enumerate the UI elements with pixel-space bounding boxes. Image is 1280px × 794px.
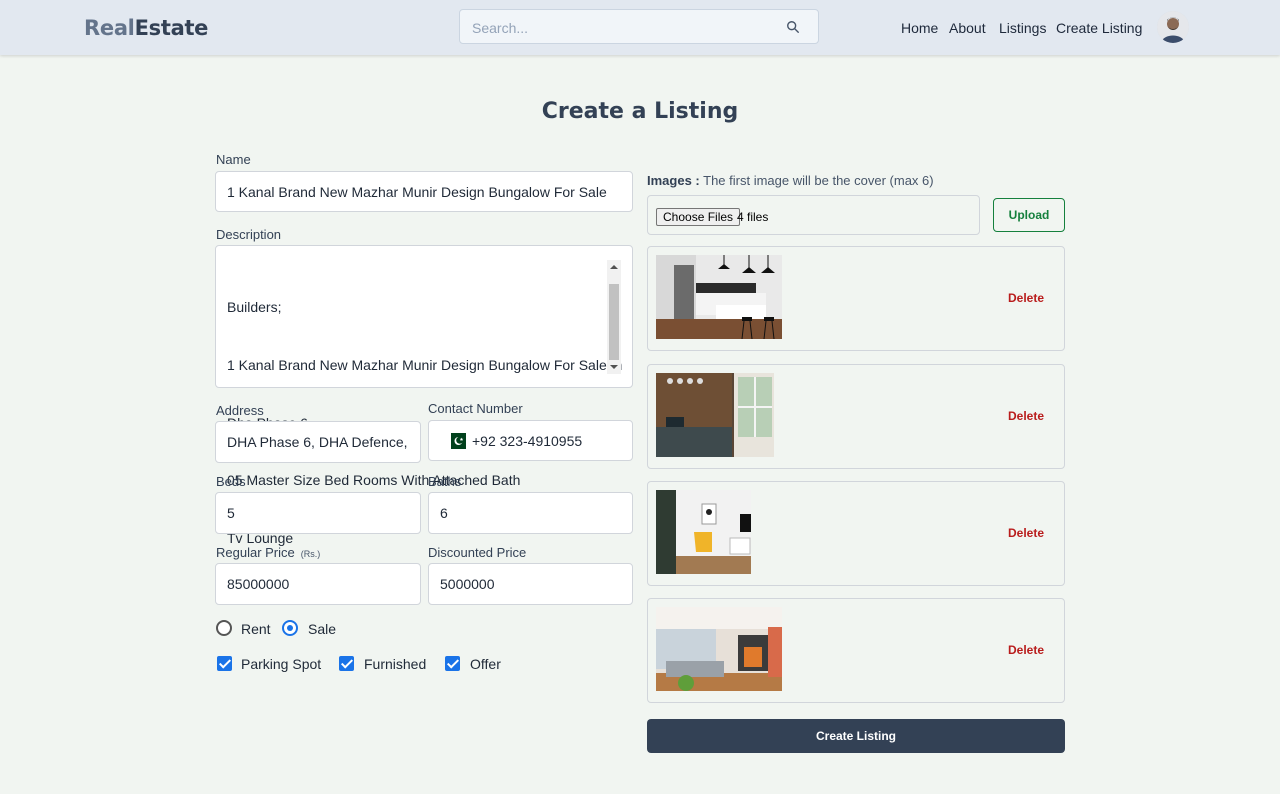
- regular-price-field: [215, 563, 421, 605]
- nav-listings[interactable]: Listings: [999, 20, 1046, 36]
- image-card: Delete: [647, 246, 1065, 351]
- discounted-price-label: Discounted Price: [428, 545, 527, 560]
- upload-button[interactable]: Upload: [993, 198, 1065, 232]
- logo-part2: Estate: [134, 16, 209, 40]
- address-field: [215, 421, 421, 463]
- logo[interactable]: RealEstate: [84, 16, 208, 40]
- furnished-label[interactable]: Furnished: [364, 656, 426, 672]
- page-title: Create a Listing: [541, 99, 739, 124]
- name-field: [215, 171, 633, 212]
- baths-label: Baths: [428, 474, 462, 489]
- beds-input[interactable]: [227, 493, 411, 533]
- offer-label[interactable]: Offer: [470, 656, 501, 672]
- user-avatar-icon: [1157, 11, 1189, 43]
- images-label: Images : The first image will be the cov…: [647, 173, 934, 188]
- rent-radio[interactable]: [216, 620, 232, 636]
- delete-image-button[interactable]: Delete: [1008, 291, 1044, 305]
- baths-field: [428, 492, 633, 534]
- description-label: Description: [216, 227, 282, 242]
- sale-radio[interactable]: [282, 620, 298, 636]
- file-input-box: Choose Files 4 files: [647, 195, 980, 235]
- discounted-price-input[interactable]: [440, 564, 623, 604]
- price-unit: (Rs.): [300, 549, 321, 559]
- regular-price-label: Regular Price (Rs.): [216, 545, 321, 560]
- delete-image-button[interactable]: Delete: [1008, 643, 1044, 657]
- baths-input[interactable]: [440, 493, 623, 533]
- sale-label[interactable]: Sale: [308, 621, 336, 637]
- kitchen-image: [656, 255, 782, 339]
- contact-field: [428, 420, 633, 461]
- scroll-up-arrow-icon[interactable]: [610, 265, 618, 269]
- rent-label[interactable]: Rent: [241, 621, 271, 637]
- description-textarea[interactable]: Builders; 1 Kanal Brand New Mazhar Munir…: [215, 245, 633, 603]
- choose-files-button[interactable]: Choose Files: [656, 208, 741, 226]
- image-card: Delete: [647, 598, 1065, 703]
- search-icon[interactable]: [786, 20, 800, 34]
- scroll-down-arrow-icon[interactable]: [610, 365, 618, 369]
- header-bar: RealEstate Home About Listings Create Li…: [0, 0, 1280, 55]
- contact-input[interactable]: [472, 421, 622, 460]
- file-count: 4 files: [737, 210, 769, 224]
- search-input[interactable]: [470, 17, 774, 39]
- discounted-price-field: [428, 563, 633, 605]
- parking-spot-label[interactable]: Parking Spot: [241, 656, 321, 672]
- living-room-image: [656, 607, 782, 691]
- beds-field: [215, 492, 421, 534]
- name-input[interactable]: [227, 172, 623, 211]
- address-label: Address: [216, 403, 264, 418]
- nav-home[interactable]: Home: [901, 20, 938, 36]
- contact-label: Contact Number: [428, 401, 523, 416]
- name-label: Name: [216, 152, 251, 167]
- avatar[interactable]: [1157, 11, 1189, 43]
- scroll-thumb[interactable]: [609, 284, 619, 360]
- create-listing-button[interactable]: Create Listing: [647, 719, 1065, 753]
- delete-image-button[interactable]: Delete: [1008, 526, 1044, 540]
- furnished-checkbox[interactable]: [339, 656, 354, 671]
- delete-image-button[interactable]: Delete: [1008, 409, 1044, 423]
- image-card: Delete: [647, 364, 1065, 469]
- pakistan-flag-icon[interactable]: [446, 433, 466, 449]
- logo-part1: Real: [84, 16, 135, 40]
- nav-create-listing[interactable]: Create Listing: [1056, 20, 1142, 36]
- description-scrollbar[interactable]: [607, 260, 621, 374]
- nav-about[interactable]: About: [949, 20, 986, 36]
- living-corner-image: [656, 490, 751, 574]
- regular-price-input[interactable]: [227, 564, 411, 604]
- beds-label: Beds: [216, 474, 246, 489]
- offer-checkbox[interactable]: [445, 656, 460, 671]
- search-box: [459, 9, 819, 44]
- parking-spot-checkbox[interactable]: [217, 656, 232, 671]
- study-nook-image: [656, 373, 774, 457]
- address-input[interactable]: [227, 422, 411, 462]
- image-card: Delete: [647, 481, 1065, 586]
